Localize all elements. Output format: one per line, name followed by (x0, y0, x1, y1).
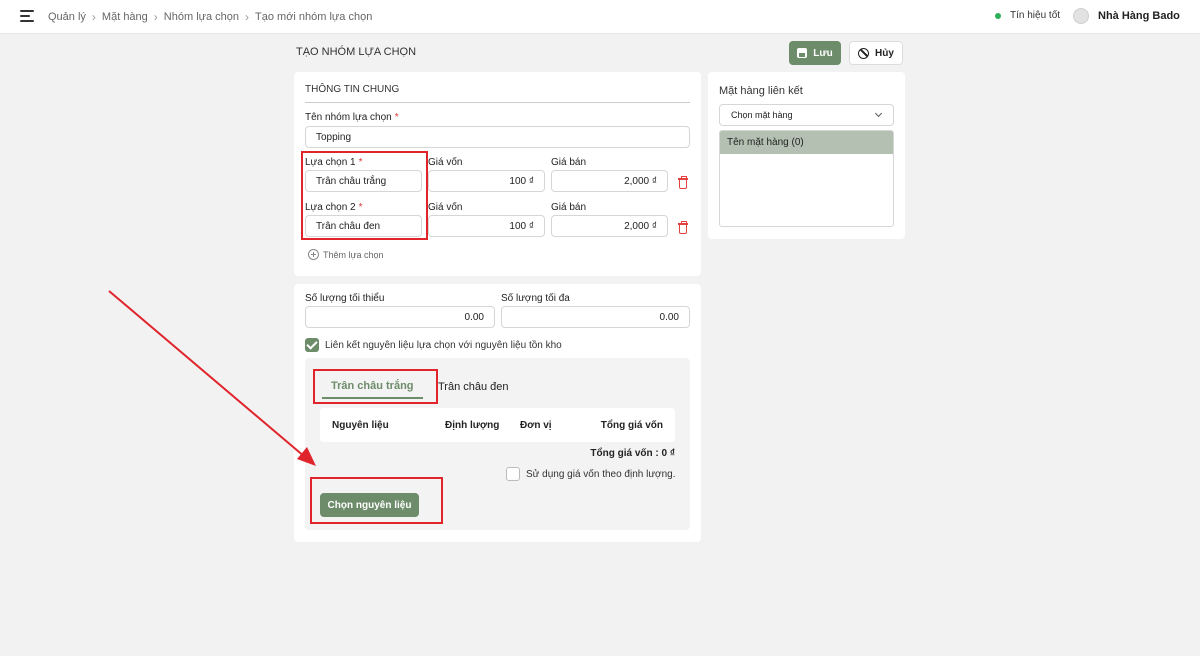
breadcrumb-item-manage[interactable]: Quản lý (48, 11, 86, 23)
option-1-price-label: Giá bán (551, 157, 587, 168)
store-menu[interactable]: Nhà Hàng Bado (1073, 8, 1180, 24)
use-cost-checkbox[interactable] (506, 467, 520, 481)
min-quantity-input[interactable]: 0.00 (305, 306, 495, 328)
option-1-cost-input[interactable]: 100 ₫ (428, 170, 545, 192)
ingredients-table-header: Nguyên liệu Định lượng Đơn vị Tổng giá v… (320, 408, 675, 442)
linked-items-title: Mặt hàng liên kết (719, 85, 803, 97)
group-name-label-text: Tên nhóm lựa chọn (305, 112, 392, 123)
save-button-label: Lưu (813, 47, 833, 59)
cancel-button-label: Hủy (875, 47, 894, 59)
hamburger-menu-icon[interactable] (20, 10, 34, 22)
use-cost-row: Sử dụng giá vốn theo định lượng. (506, 467, 676, 481)
option-2-label-text: Lựa chọn 2 (305, 202, 356, 213)
top-bar: Quản lý › Mặt hàng › Nhóm lựa chọn › Tạo… (0, 0, 1200, 34)
select-item-placeholder: Chọn mặt hàng (731, 110, 793, 120)
breadcrumb-separator-icon: › (91, 10, 96, 24)
group-name-input[interactable]: Topping (305, 126, 690, 148)
option-2-price-label: Giá bán (551, 202, 587, 213)
select-ingredients-button[interactable]: Chọn nguyên liệu (320, 493, 419, 517)
option-1-name-input[interactable]: Trân châu trắng (305, 170, 422, 192)
column-total-cost: Tổng giá vốn (600, 420, 663, 431)
group-name-label: Tên nhóm lựa chọn * (305, 112, 399, 123)
tab-option-1[interactable]: Trân châu trắng (322, 380, 423, 399)
general-info-card: THÔNG TIN CHUNG Tên nhóm lựa chọn * Toppi… (294, 72, 701, 276)
max-quantity-input[interactable]: 0.00 (501, 306, 690, 328)
link-ingredients-row: Liên kết nguyên liệu lựa chọn với nguyên… (305, 338, 562, 352)
add-option-label: Thêm lựa chọn (323, 249, 384, 260)
quantity-ingredients-card: Số lượng tối thiểu 0.00 Số lượng tối đa … (294, 284, 701, 542)
tab-option-1-label: Trân châu trắng (331, 380, 414, 392)
required-marker: * (394, 112, 399, 123)
column-ingredient: Nguyên liệu (332, 420, 389, 431)
section-title-general: THÔNG TIN CHUNG (305, 84, 400, 95)
save-button[interactable]: Lưu (789, 41, 841, 65)
chevron-down-icon (874, 109, 883, 118)
page-title: TẠO NHÓM LỰA CHỌN (296, 46, 417, 58)
min-quantity-label: Số lượng tối thiểu (305, 293, 385, 304)
active-tab-indicator (322, 397, 423, 399)
delete-option-2-trash-icon[interactable] (678, 221, 688, 234)
breadcrumb-item-products[interactable]: Mặt hàng (102, 11, 148, 23)
select-item-dropdown[interactable]: Chọn mặt hàng (719, 104, 894, 126)
plus-circle-icon (308, 249, 319, 260)
total-cost-text: Tổng giá vốn : 0 ₫ (590, 448, 675, 459)
breadcrumb-separator-icon: › (245, 10, 250, 24)
ban-icon (858, 47, 870, 59)
delete-option-1-trash-icon[interactable] (678, 176, 688, 189)
breadcrumb-item-option-groups[interactable]: Nhóm lựa chọn (164, 11, 239, 23)
status-dot-icon (995, 12, 1001, 19)
section-divider (305, 102, 690, 103)
linked-items-card: Mặt hàng liên kết Chọn mặt hàng Tên mặt … (708, 72, 905, 239)
cancel-button[interactable]: Hủy (849, 41, 903, 65)
required-marker: * (358, 202, 363, 213)
option-2-cost-label: Giá vốn (428, 202, 463, 213)
breadcrumb-separator-icon: › (153, 10, 158, 24)
linked-items-list: Tên mặt hàng (0) (719, 130, 894, 227)
option-1-label: Lựa chọn 1 * (305, 157, 363, 168)
column-unit: Đơn vị (520, 420, 552, 431)
option-2-name-input[interactable]: Trân châu đen (305, 215, 422, 237)
required-marker: * (358, 157, 363, 168)
status-text: Tín hiệu tốt (1010, 10, 1061, 21)
linked-items-list-header: Tên mặt hàng (0) (720, 131, 893, 154)
column-quantity: Định lượng (445, 420, 500, 431)
option-2-cost-input[interactable]: 100 ₫ (428, 215, 545, 237)
max-quantity-label: Số lượng tối đa (501, 293, 570, 304)
link-ingredients-checkbox[interactable] (305, 338, 319, 352)
connection-status: Tín hiệu tốt (995, 10, 1060, 21)
floppy-disk-icon (797, 48, 808, 58)
option-2-label: Lựa chọn 2 * (305, 202, 363, 213)
option-1-cost-label: Giá vốn (428, 157, 463, 168)
store-avatar (1073, 8, 1089, 24)
use-cost-label: Sử dụng giá vốn theo định lượng. (526, 468, 676, 480)
ingredient-panel: Trân châu trắng Trân châu đen Nguyên liệ… (305, 358, 690, 530)
store-name: Nhà Hàng Bado (1098, 10, 1180, 22)
tab-option-2[interactable]: Trân châu đen (438, 381, 509, 393)
option-1-price-input[interactable]: 2,000 ₫ (551, 170, 668, 192)
breadcrumb: Quản lý › Mặt hàng › Nhóm lựa chọn › Tạo… (48, 10, 372, 24)
breadcrumb-item-current: Tạo mới nhóm lựa chọn (255, 11, 373, 23)
add-option-button[interactable]: Thêm lựa chọn (308, 249, 384, 260)
option-1-label-text: Lựa chọn 1 (305, 157, 356, 168)
option-2-price-input[interactable]: 2,000 ₫ (551, 215, 668, 237)
link-ingredients-label: Liên kết nguyên liệu lựa chọn với nguyên… (325, 339, 562, 351)
